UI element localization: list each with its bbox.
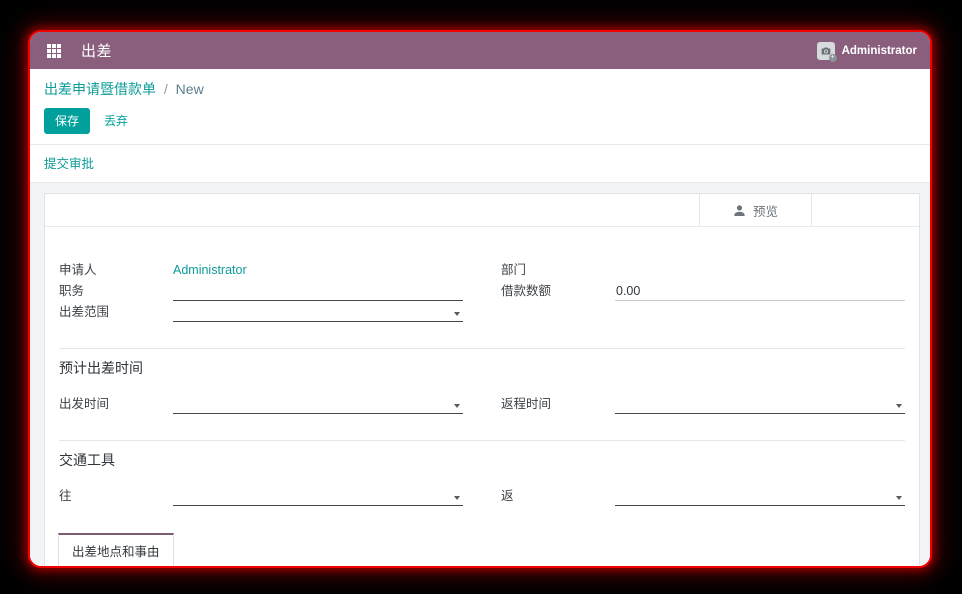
apps-menu-icon[interactable] [43,40,65,62]
right-column: 部门 借款数额 0.00 [501,259,905,301]
statusbar-stage-preview[interactable]: 预览 [699,194,811,226]
field-group-time: 出发时间 返程时间 [59,393,905,414]
applicant-value-link[interactable]: Administrator [173,263,463,279]
left-column: 申请人 Administrator 职务 出差范围 [59,259,463,322]
chevron-down-icon [896,404,902,408]
statusbar-spacer [45,194,699,226]
action-statusbar-row: 提交审批 [30,145,930,183]
user-name: Administrator [842,45,917,57]
loan-amount-input[interactable]: 0.00 [615,284,905,301]
discard-button[interactable]: 丢弃 [94,109,138,133]
field-position: 职务 [59,280,463,301]
statusbar-stage-label: 预览 [753,201,778,220]
section-separator [59,440,905,441]
field-departure-time: 出发时间 [59,393,463,414]
return-transport-select[interactable] [615,489,905,506]
field-group-transport: 往 返 [59,485,905,506]
chevron-down-icon [896,496,902,500]
statusbar-end-cell [811,194,919,226]
notebook: 出差地点和事由 [45,533,919,566]
top-navbar: 出差 + Administrator [30,32,930,69]
form-view-background: 预览 申请人 Administrator 职务 [30,183,930,566]
department-value[interactable] [615,263,905,280]
position-label: 职务 [59,280,173,301]
notebook-tabs: 出差地点和事由 [45,533,919,566]
chevron-down-icon [454,496,460,500]
section-estimated-time: 预计出差时间 [59,358,905,378]
departure-time-select[interactable] [173,397,463,414]
breadcrumb-current: New [176,81,204,97]
field-outbound-transport: 往 [59,485,463,506]
field-return-transport: 返 [501,485,905,506]
department-label: 部门 [501,259,615,280]
state-statusbar: 预览 [45,194,919,227]
outbound-transport-label: 往 [59,485,173,506]
tab-trip-location-reason[interactable]: 出差地点和事由 [58,533,174,566]
save-button[interactable]: 保存 [44,108,90,134]
loan-amount-label: 借款数额 [501,280,615,301]
breadcrumb: 出差申请暨借款单 / New [30,69,930,101]
breadcrumb-separator: / [164,81,168,97]
outbound-transport-select[interactable] [173,489,463,506]
section-separator [59,348,905,349]
user-menu[interactable]: + Administrator [817,42,917,60]
section-transportation: 交通工具 [59,450,905,470]
chevron-down-icon [454,312,460,316]
applicant-label: 申请人 [59,259,173,280]
trip-scope-label: 出差范围 [59,301,173,322]
departure-time-label: 出发时间 [59,393,173,414]
control-panel-buttons: 保存 丢弃 [30,101,930,145]
chevron-down-icon [454,404,460,408]
person-icon [733,204,746,217]
position-input[interactable] [173,284,463,301]
return-transport-label: 返 [501,485,615,506]
avatar-plus-badge: + [829,54,837,62]
form-sheet: 申请人 Administrator 职务 出差范围 [45,227,919,566]
field-group-main: 申请人 Administrator 职务 出差范围 [59,259,905,322]
field-return-time: 返程时间 [501,393,905,414]
breadcrumb-parent[interactable]: 出差申请暨借款单 [44,81,156,97]
field-trip-scope: 出差范围 [59,301,463,322]
return-time-select[interactable] [615,397,905,414]
form-card: 预览 申请人 Administrator 职务 [44,193,920,566]
trip-scope-select[interactable] [173,305,463,322]
app-title[interactable]: 出差 [81,40,112,61]
return-time-label: 返程时间 [501,393,615,414]
field-applicant: 申请人 Administrator [59,259,463,280]
app-window: 出差 + Administrator 出差申请暨借款单 / New 保存 丢弃 … [30,32,930,566]
field-department: 部门 [501,259,905,280]
submit-approval-button[interactable]: 提交审批 [44,157,94,171]
field-loan-amount: 借款数额 0.00 [501,280,905,301]
user-avatar-camera-icon: + [817,42,835,60]
